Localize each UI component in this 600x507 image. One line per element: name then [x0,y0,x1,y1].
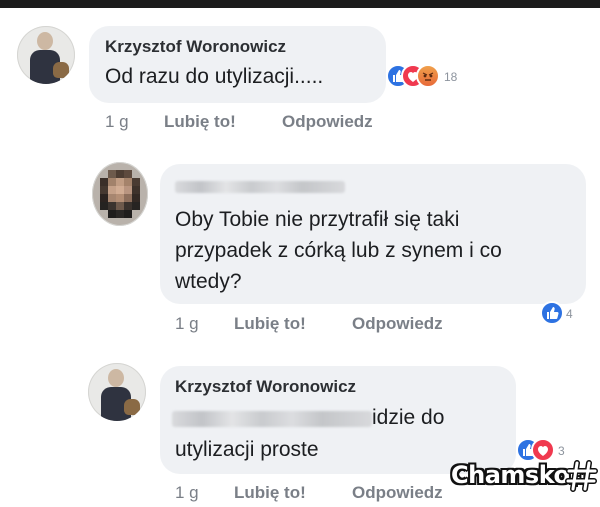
comment-bubble: Krzysztof Woronowicz Od razu do utylizac… [89,26,386,103]
reaction-count: 3 [558,444,565,458]
comment-2: Oby Tobie nie przytrafił się taki przypa… [0,150,600,340]
comment-text-line-2: utylizacji proste [175,438,319,461]
reply-button[interactable]: Odpowiedz [352,314,443,334]
hash-icon [565,460,598,492]
avatar[interactable] [92,162,148,226]
mentioned-user[interactable] [172,411,372,427]
comment-bubble: Oby Tobie nie przytrafił się taki przypa… [160,164,586,304]
avatar[interactable] [88,363,146,421]
reactions[interactable]: 18 [386,64,486,88]
comment-text-line-3: wtedy? [175,270,242,293]
angry-reaction-icon [416,64,440,88]
watermark-logo: Chamsko.pl [445,457,600,495]
like-reaction-icon [540,301,564,325]
reactions[interactable]: 4 [540,301,580,325]
comment-1: Krzysztof Woronowicz Od razu do utylizac… [0,0,600,150]
like-button[interactable]: Lubię to! [234,483,306,503]
comment-actions: 1 g Lubię to! Odpowiedz [175,314,495,336]
comment-text-line-1: Oby Tobie nie przytrafił się taki [175,208,460,231]
reaction-count: 18 [444,70,458,84]
reply-button[interactable]: Odpowiedz [282,112,373,132]
watermark-text: Chamsko.pl [451,461,584,489]
avatar[interactable] [17,26,75,84]
comment-text-line-2: przypadek z córką lub z synem i co [175,239,502,262]
comment-text-line-1: idzie do [372,406,445,429]
like-button[interactable]: Lubię to! [234,314,306,334]
timestamp[interactable]: 1 g [175,314,199,334]
comment-text: Od razu do utylizacji..... [105,65,324,88]
like-button[interactable]: Lubię to! [164,112,236,132]
timestamp[interactable]: 1 g [105,112,129,132]
reply-button[interactable]: Odpowiedz [352,483,443,503]
comment-actions: 1 g Lubię to! Odpowiedz [105,112,425,134]
author-name[interactable]: Krzysztof Woronowicz [175,377,356,397]
author-name[interactable] [175,181,345,193]
reaction-count: 4 [566,307,573,321]
timestamp[interactable]: 1 g [175,483,199,503]
author-name[interactable]: Krzysztof Woronowicz [105,37,286,57]
